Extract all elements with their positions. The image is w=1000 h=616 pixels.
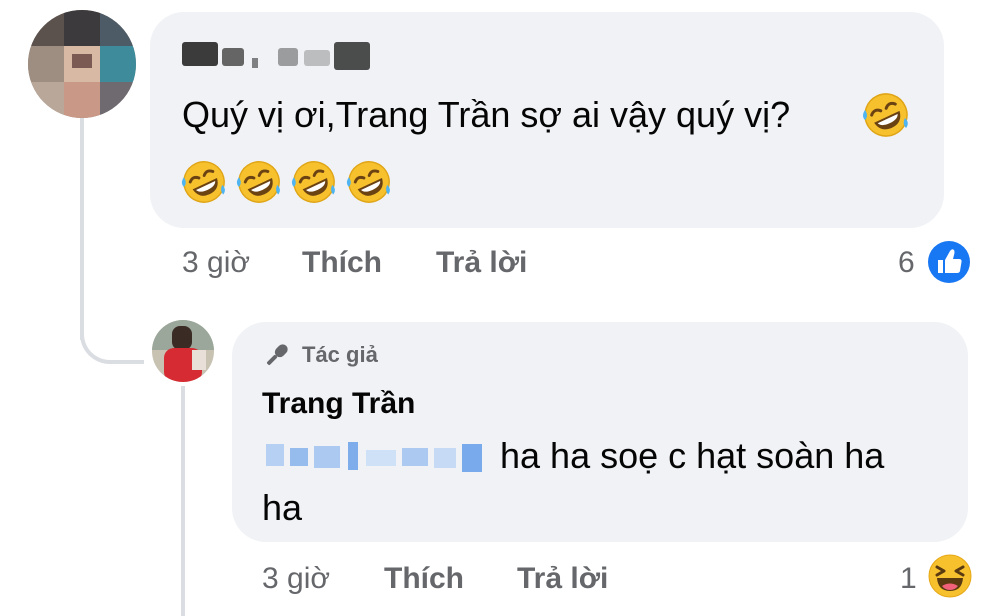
author-photo <box>152 320 214 382</box>
author-name[interactable]: Trang Trần <box>262 387 415 421</box>
reaction-count[interactable]: 6 <box>898 246 915 280</box>
rolling-on-floor-laughing-icon <box>181 161 225 203</box>
blurred-mention-link[interactable] <box>262 434 488 474</box>
rolling-on-floor-laughing-icon <box>863 93 908 137</box>
reply-text-line2: ha <box>262 487 303 528</box>
reply-text-line1: ha ha soẹ c hạt soàn ha <box>500 435 885 476</box>
thread-connector <box>80 300 144 364</box>
comment-text: Quý vị ơi,Trang Trần sợ ai vậy quý vị? <box>182 94 791 135</box>
microphone-icon <box>267 344 288 365</box>
comment-timestamp[interactable]: 3 giờ <box>182 246 250 280</box>
rolling-on-floor-laughing-icon <box>236 161 280 203</box>
commenter-avatar[interactable] <box>28 10 136 118</box>
haha-reaction-icon[interactable] <box>928 554 972 598</box>
like-reaction-icon[interactable] <box>927 240 971 284</box>
reply-timestamp[interactable]: 3 giờ <box>262 562 330 596</box>
author-avatar[interactable] <box>152 320 214 382</box>
rolling-on-floor-laughing-icon <box>346 161 390 203</box>
author-badge: Tác giả <box>262 340 378 370</box>
reply-reaction-count[interactable]: 1 <box>900 562 917 596</box>
pixelated-avatar-image <box>28 10 136 118</box>
author-badge-label: Tác giả <box>302 342 378 367</box>
reply-like-button[interactable]: Thích <box>384 562 464 596</box>
blurred-commenter-name <box>182 42 370 70</box>
reply-thread-line <box>181 386 185 616</box>
reply-button[interactable]: Trả lời <box>436 246 527 280</box>
like-button[interactable]: Thích <box>302 246 382 280</box>
reply-reply-button[interactable]: Trả lời <box>517 562 608 596</box>
emoji-row <box>180 158 393 206</box>
rolling-on-floor-laughing-icon <box>291 161 335 203</box>
